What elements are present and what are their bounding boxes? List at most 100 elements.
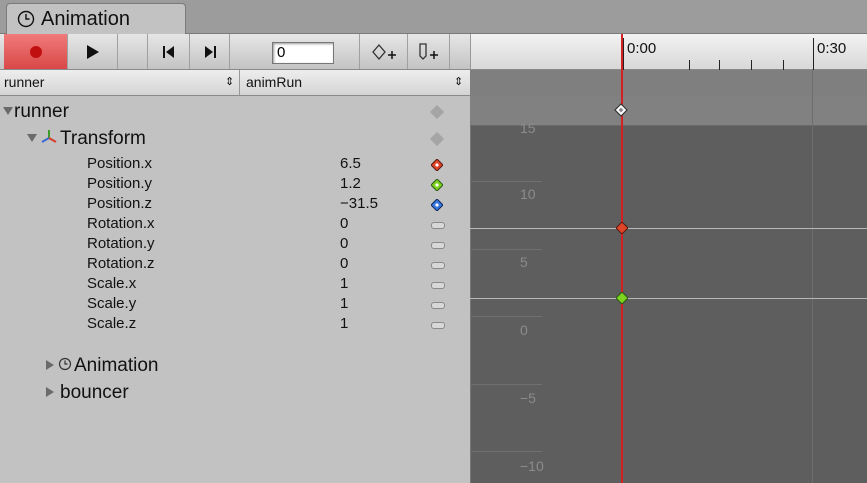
play-icon (86, 44, 99, 59)
dropdown-arrows-icon: ⇕ (225, 76, 235, 88)
clip-selector[interactable]: animRun ⇕ (242, 70, 470, 95)
property-label: Rotation.x (87, 215, 155, 232)
property-value[interactable]: 6.5 (340, 154, 361, 174)
add-event-button[interactable] (408, 34, 450, 69)
property-label: Scale.x (87, 275, 137, 292)
ruler-minor-tick (689, 60, 690, 70)
tree-label-transform: Transform (60, 128, 146, 149)
property-label: Rotation.z (87, 255, 155, 272)
previous-key-button[interactable] (148, 34, 190, 69)
y-axis-label: −10 (520, 458, 544, 474)
position-x-curve[interactable] (470, 228, 867, 229)
property-value[interactable]: 1 (340, 314, 348, 334)
previous-key-icon (162, 45, 174, 58)
property-row-position-z[interactable]: Position.z −31.5 (0, 194, 470, 214)
property-value[interactable]: 0 (340, 254, 348, 274)
ruler-minor-tick (783, 60, 784, 70)
dropdown-arrows-icon: ⇕ (454, 76, 464, 88)
clock-icon (58, 354, 72, 378)
property-label: Scale.y (87, 295, 137, 312)
property-value[interactable]: 1 (340, 294, 348, 314)
playhead[interactable] (621, 34, 623, 483)
expand-arrow-icon[interactable] (2, 100, 14, 124)
property-row-rotation-x[interactable]: Rotation.x 0 (0, 214, 470, 234)
y-gridline (470, 181, 542, 182)
curve-toggle-icon[interactable] (431, 282, 445, 289)
timeline-ruler[interactable]: 0:00 0:30 (470, 34, 867, 70)
collapsed-arrow-icon[interactable] (44, 381, 56, 405)
add-keyframe-icon (371, 43, 396, 60)
play-button[interactable] (68, 34, 118, 69)
record-button[interactable] (4, 34, 68, 69)
property-label: Position.x (87, 155, 153, 172)
blue-key-diamond-icon[interactable] (431, 199, 443, 211)
add-keyframe-button[interactable] (360, 34, 408, 69)
next-key-button[interactable] (190, 34, 230, 69)
property-row-scale-x[interactable]: Scale.x 1 (0, 274, 470, 294)
property-row-scale-z[interactable]: Scale.z 1 (0, 314, 470, 334)
ruler-minor-tick (719, 60, 720, 70)
green-keyframe-icon[interactable] (616, 292, 628, 304)
keyframe-diamond-icon[interactable] (429, 104, 445, 120)
y-gridline (470, 451, 542, 452)
red-key-diamond-icon[interactable] (431, 159, 443, 171)
property-row-rotation-z[interactable]: Rotation.z 0 (0, 254, 470, 274)
property-value[interactable]: 0 (340, 214, 348, 234)
y-axis-label: 0 (520, 322, 528, 338)
property-label: Scale.z (87, 315, 137, 332)
property-label: Position.y (87, 175, 153, 192)
tree-label-bouncer: bouncer (60, 382, 129, 403)
object-selector[interactable]: runner ⇕ (0, 70, 240, 95)
y-axis-label: −5 (520, 390, 536, 406)
animation-tab[interactable]: Animation (6, 3, 186, 34)
curve-toggle-icon[interactable] (431, 222, 445, 229)
property-value[interactable]: 1.2 (340, 174, 361, 194)
object-selector-value: runner (4, 74, 45, 90)
ruler-label-30: 0:30 (817, 40, 847, 57)
property-row-position-x[interactable]: Position.x 6.5 (0, 154, 470, 174)
keyframe-diamond-icon[interactable] (429, 131, 445, 147)
curve-toggle-icon[interactable] (431, 302, 445, 309)
y-gridline (470, 384, 542, 385)
frame-number-field[interactable]: 0 (272, 42, 334, 64)
curve-toggle-icon[interactable] (431, 242, 445, 249)
y-axis-label: 5 (520, 254, 528, 270)
summary-keyframe-icon[interactable] (614, 103, 628, 117)
y-gridline (470, 249, 542, 250)
time-gridline (812, 70, 813, 483)
expand-arrow-icon[interactable] (26, 127, 38, 151)
green-key-diamond-icon[interactable] (431, 179, 443, 191)
property-row-position-y[interactable]: Position.y 1.2 (0, 174, 470, 194)
property-label: Rotation.y (87, 235, 155, 252)
property-value[interactable]: 1 (340, 274, 348, 294)
tree-row-animation[interactable]: Animation (0, 354, 470, 378)
tree-row-runner[interactable]: runner (0, 100, 470, 124)
y-axis-label: 15 (520, 120, 536, 136)
clock-icon (17, 10, 35, 28)
tree-row-transform[interactable]: Transform (0, 127, 470, 151)
curve-editor-header (470, 70, 867, 96)
y-gridline (470, 316, 542, 317)
next-key-icon (204, 45, 216, 58)
tree-row-bouncer[interactable]: bouncer (0, 381, 470, 405)
selector-row: runner ⇕ animRun ⇕ (0, 70, 470, 96)
property-row-scale-y[interactable]: Scale.y 1 (0, 294, 470, 314)
record-icon (29, 45, 42, 58)
property-value[interactable]: 0 (340, 234, 348, 254)
ruler-major-tick (623, 38, 624, 70)
curve-toggle-icon[interactable] (431, 262, 445, 269)
y-axis-label: 10 (520, 186, 536, 202)
position-y-curve[interactable] (470, 298, 867, 299)
tree-label-animation: Animation (74, 355, 159, 376)
curve-toggle-icon[interactable] (431, 322, 445, 329)
add-event-icon (418, 42, 438, 60)
tree-label-runner: runner (14, 101, 69, 122)
ruler-major-tick (813, 38, 814, 70)
collapsed-arrow-icon[interactable] (44, 354, 56, 378)
tab-title: Animation (41, 7, 130, 30)
red-keyframe-icon[interactable] (616, 222, 628, 234)
ruler-minor-tick (751, 60, 752, 70)
toolbar-spacer (118, 34, 148, 69)
property-value[interactable]: −31.5 (340, 194, 378, 214)
property-row-rotation-y[interactable]: Rotation.y 0 (0, 234, 470, 254)
